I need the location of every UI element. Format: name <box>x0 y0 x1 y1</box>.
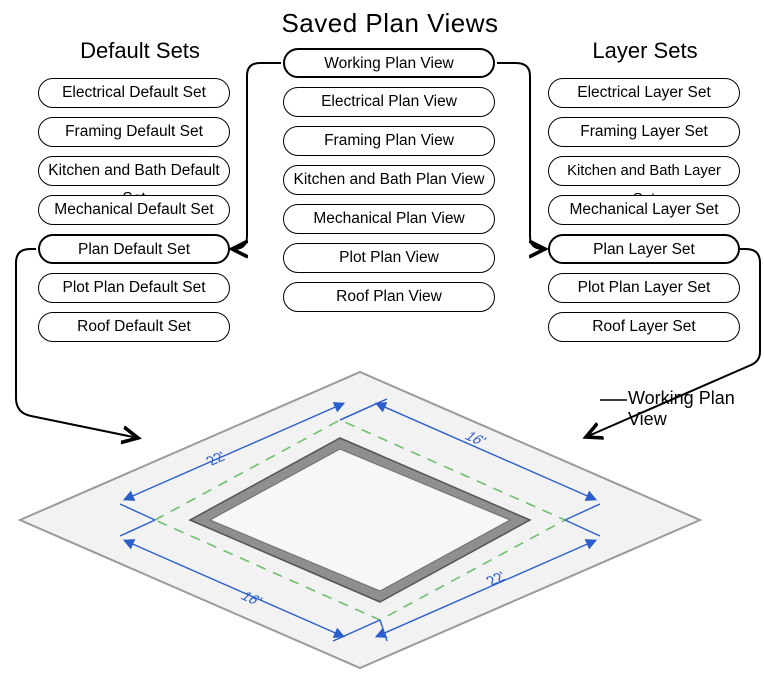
pill-center-3: Kitchen and Bath Plan View <box>283 165 495 195</box>
pill-center-0: Working Plan View <box>283 48 495 78</box>
dim-text-top-right: 16' <box>461 430 490 449</box>
floorplan-caption: Working Plan View <box>628 388 764 430</box>
pill-center-6: Roof Plan View <box>283 282 495 312</box>
dim-text-top-left: 22' <box>203 450 232 469</box>
dim-text-bottom-left: 16' <box>237 590 266 609</box>
pill-center-1: Electrical Plan View <box>283 87 495 117</box>
pill-left-4: Plan Default Set <box>38 234 230 264</box>
pill-left-5: Plot Plan Default Set <box>38 273 230 303</box>
pill-left-1: Framing Default Set <box>38 117 230 147</box>
pill-center-5: Plot Plan View <box>283 243 495 273</box>
pill-right-6: Roof Layer Set <box>548 312 740 342</box>
pill-left-2: Kitchen and Bath Default Set <box>38 156 230 186</box>
pill-right-4: Plan Layer Set <box>548 234 740 264</box>
pill-right-1: Framing Layer Set <box>548 117 740 147</box>
pill-right-0: Electrical Layer Set <box>548 78 740 108</box>
pill-right-3: Mechanical Layer Set <box>548 195 740 225</box>
pill-center-4: Mechanical Plan View <box>283 204 495 234</box>
dim-text-bottom-right: 22' <box>483 570 512 589</box>
connector-center-to-right <box>497 63 545 249</box>
title-main: Saved Plan Views <box>270 8 510 39</box>
pill-right-5: Plot Plan Layer Set <box>548 273 740 303</box>
pill-center-2: Framing Plan View <box>283 126 495 156</box>
diagram-canvas: 16' 22' 16' 22' Saved Plan Views Default… <box>0 0 764 687</box>
title-layer-sets: Layer Sets <box>570 38 720 64</box>
pill-left-3: Mechanical Default Set <box>38 195 230 225</box>
connector-center-to-left <box>232 63 281 249</box>
pill-left-6: Roof Default Set <box>38 312 230 342</box>
title-default-sets: Default Sets <box>60 38 220 64</box>
floorplan-sheet: 16' 22' 16' 22' <box>20 372 700 668</box>
floorplan-walls <box>190 438 530 602</box>
floorplan-roof-outline <box>155 420 565 620</box>
pill-right-2: Kitchen and Bath Layer Set <box>548 156 740 186</box>
pill-left-0: Electrical Default Set <box>38 78 230 108</box>
